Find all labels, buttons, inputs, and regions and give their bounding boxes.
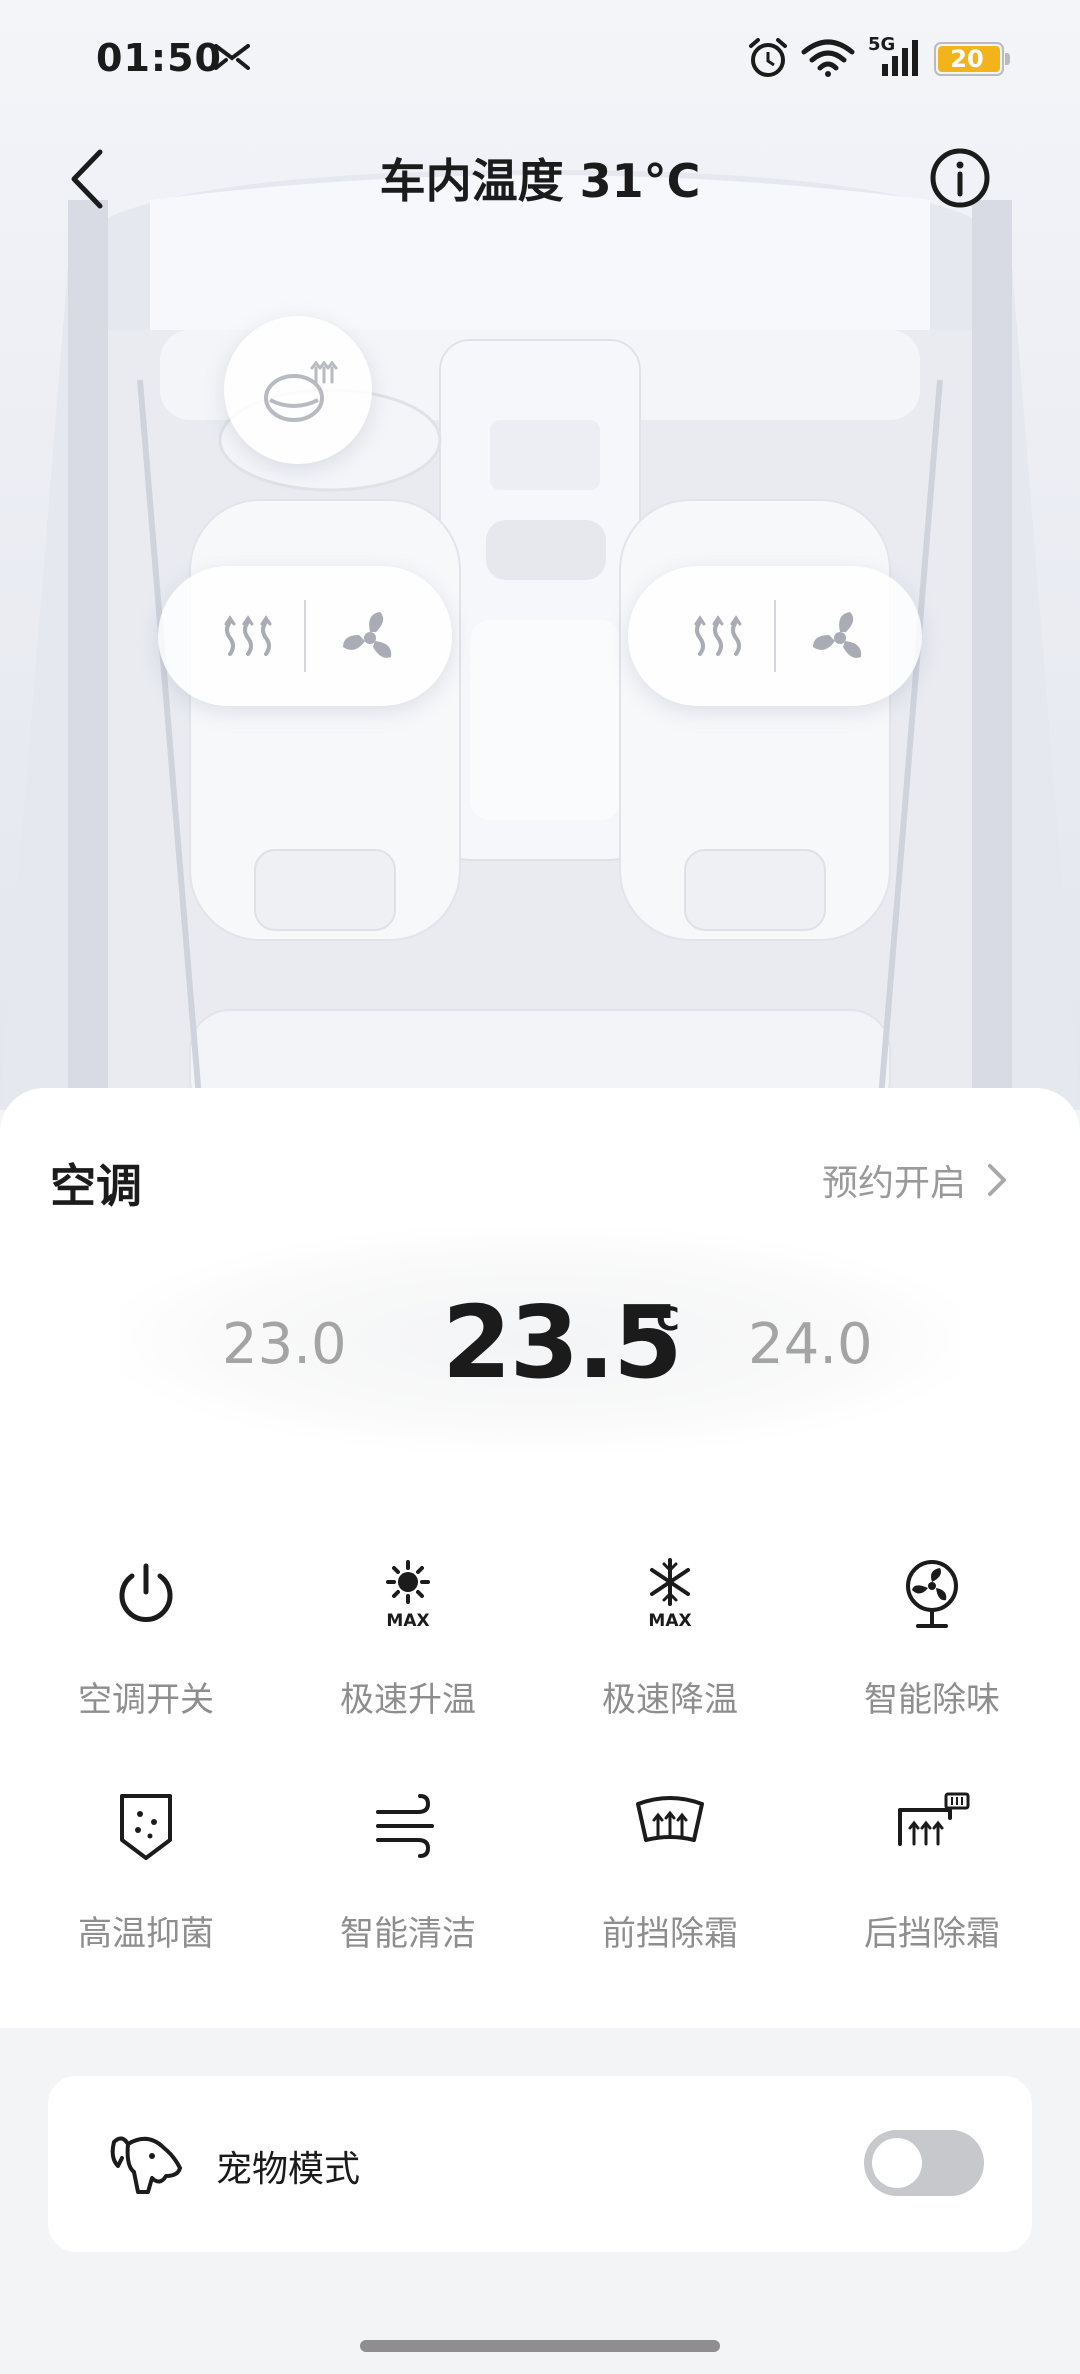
battery-nub [1005,53,1010,65]
function-label: 前挡除霜 [602,1914,738,1954]
function-label: 智能除味 [864,1680,1000,1720]
xpeng-logo-icon [214,44,250,70]
function-label: 极速升温 [340,1680,476,1720]
ac-power-button[interactable]: 空调开关 [36,1554,256,1754]
smart-deodorize-button[interactable]: 智能除味 [822,1554,1042,1754]
seat-heat-icon[interactable] [688,608,748,668]
driver-seat-controls [158,566,452,706]
function-label: 后挡除霜 [864,1914,1000,1954]
battery-indicator: 20 [934,42,1010,76]
function-label: 极速降温 [602,1680,738,1720]
rear-defrost-button[interactable]: 后挡除霜 [822,1788,1042,1988]
back-arrow-icon[interactable] [60,144,120,214]
page-title: 车内温度 31°C [379,154,701,208]
rear-defrost-icon [898,1792,970,1846]
steering-wheel-heat-icon [264,360,338,422]
info-icon[interactable] [928,146,992,210]
pet-mode-label: 宠物模式 [216,2149,361,2190]
max-label: MAX [386,1611,429,1631]
status-bar: 01:50 5G 20 [0,0,1080,120]
function-label: 空调开关 [78,1680,214,1720]
battery-level-text: 20 [950,45,984,73]
front-defrost-button[interactable]: 前挡除霜 [560,1788,780,1988]
function-label: 智能清洁 [340,1914,476,1954]
temperature-unit: °C [640,1300,680,1338]
wind-clean-icon [376,1794,434,1858]
steering-wheel-heat-button[interactable] [224,316,372,464]
function-label: 高温抑菌 [78,1914,214,1954]
power-icon [119,1563,173,1622]
rapid-cool-button[interactable]: MAX 极速降温 [560,1554,780,1754]
status-time: 01:50 [96,36,222,80]
divider [304,600,306,672]
temperature-option-lower[interactable]: 23.0 [222,1312,347,1377]
seat-ventilation-icon[interactable] [808,606,872,670]
max-label: MAX [648,1611,691,1631]
rapid-heat-button[interactable]: MAX 极速升温 [298,1554,518,1754]
sterilize-button[interactable]: 高温抑菌 [36,1788,256,1988]
temperature-option-higher[interactable]: 24.0 [748,1312,873,1377]
shield-sterilize-icon [120,1794,172,1860]
fan-deodorize-icon [906,1560,958,1628]
passenger-seat-controls [628,566,922,706]
section-title: 空调 [50,1159,142,1213]
home-indicator[interactable] [360,2340,720,2352]
dog-icon [110,2136,182,2194]
divider [774,600,776,672]
pet-mode-card: 宠物模式 [48,2076,1032,2252]
toggle-knob [872,2138,922,2188]
schedule-link[interactable]: 预约开启 [822,1154,966,1206]
seat-heat-icon[interactable] [218,608,278,668]
pet-mode-toggle[interactable] [864,2130,984,2196]
wifi-icon [801,39,855,77]
seat-ventilation-icon[interactable] [338,606,402,670]
snowflake-max-icon: MAX [648,1558,692,1631]
cellular-signal-icon [882,40,918,76]
smart-clean-button[interactable]: 智能清洁 [298,1788,518,1988]
chevron-right-icon[interactable] [984,1160,1010,1200]
sun-max-icon: MAX [386,1560,430,1631]
front-defrost-icon [636,1796,704,1842]
alarm-icon [749,38,787,77]
